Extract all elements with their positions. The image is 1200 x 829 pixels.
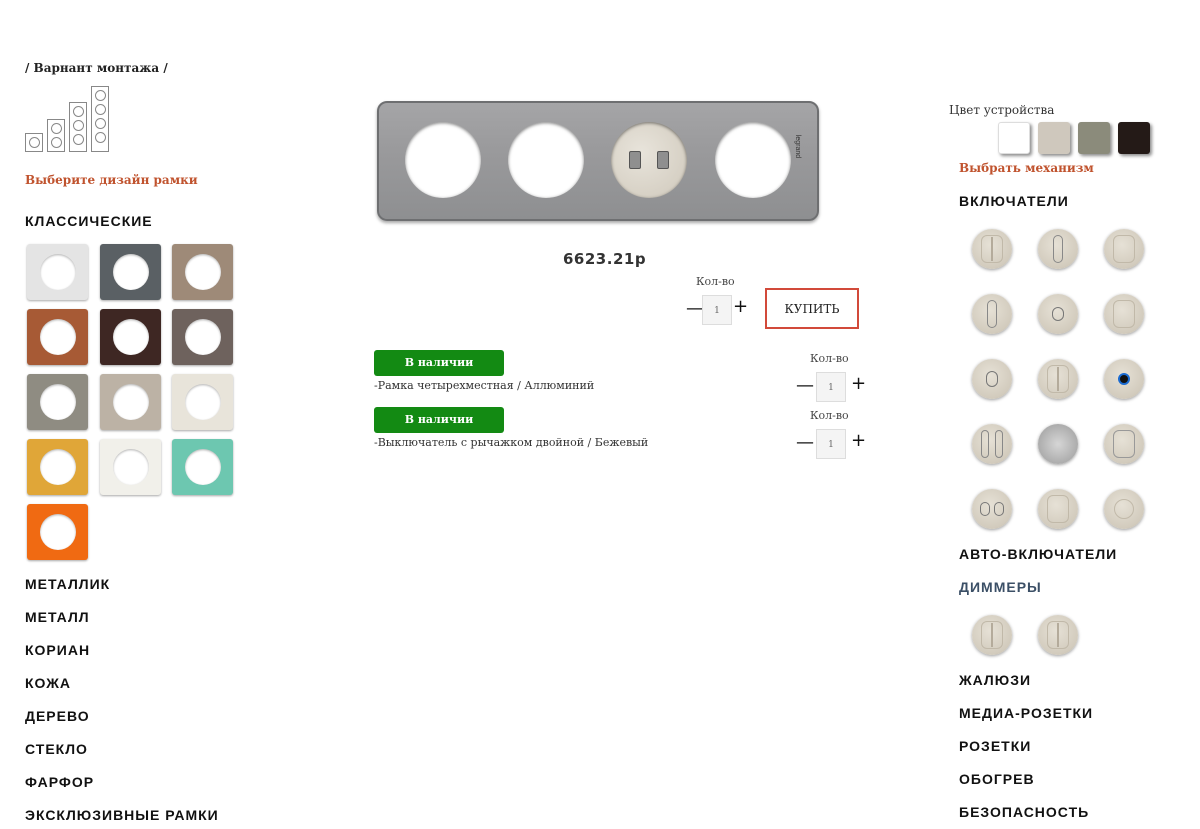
category-glass[interactable]: СТЕКЛО — [25, 741, 88, 757]
frame-swatch[interactable] — [27, 439, 88, 495]
mechanism-thumbnail[interactable] — [972, 424, 1012, 464]
frame-slot — [405, 122, 481, 198]
item-2-qty-decrease-button[interactable]: — — [796, 434, 814, 452]
device-color-white[interactable] — [998, 122, 1030, 154]
mechanism-thumbnail[interactable] — [1038, 229, 1078, 269]
device-color-black[interactable] — [1118, 122, 1150, 154]
item-1-stock-badge: В наличии — [374, 350, 504, 376]
device-color-beige[interactable] — [1038, 122, 1070, 154]
mechanism-thumbnail[interactable] — [972, 489, 1012, 529]
item-2-qty-input[interactable]: 1 — [816, 429, 846, 459]
mount-4-place-icon[interactable] — [91, 86, 109, 152]
frame-slot — [715, 122, 791, 198]
frame-swatch[interactable] — [172, 374, 233, 430]
mechanism-thumbnail[interactable] — [1104, 359, 1144, 399]
total-price: 6623.21р — [563, 250, 647, 268]
item-1-qty-increase-button[interactable]: + — [851, 375, 866, 393]
frame-swatch[interactable] — [172, 244, 233, 300]
category-dimmers[interactable]: ДИММЕРЫ — [959, 579, 1042, 595]
product-preview-frame: legrand — [377, 101, 819, 221]
mount-3-place-icon[interactable] — [69, 102, 87, 152]
category-metal[interactable]: МЕТАЛЛ — [25, 609, 90, 625]
category-porcelain[interactable]: ФАРФОР — [25, 774, 94, 790]
frame-swatch[interactable] — [27, 504, 88, 560]
mechanism-thumbnail[interactable] — [972, 229, 1012, 269]
category-classic[interactable]: КЛАССИЧЕСКИЕ — [25, 213, 153, 229]
mechanism-thumbnail[interactable] — [1104, 229, 1144, 269]
mount-variant-title: / Варнант монтажа / — [25, 61, 168, 75]
category-leather[interactable]: КОЖА — [25, 675, 71, 691]
buy-button[interactable]: КУПИТЬ — [765, 288, 859, 329]
frame-swatch[interactable] — [27, 244, 88, 300]
mount-variant-icons[interactable] — [25, 86, 115, 152]
mechanism-thumbnail[interactable] — [972, 294, 1012, 334]
mechanism-thumbnail[interactable] — [1104, 424, 1144, 464]
frame-swatch[interactable] — [100, 309, 161, 365]
category-metallic[interactable]: МЕТАЛЛИК — [25, 576, 110, 592]
item-2-qty-label: Кол-во — [810, 409, 849, 422]
mechanism-thumbnail[interactable] — [1038, 359, 1078, 399]
dimmer-thumbnail[interactable] — [972, 615, 1012, 655]
item-1-qty-input[interactable]: 1 — [816, 372, 846, 402]
brand-logo: legrand — [793, 134, 801, 159]
double-toggle-switch-preview — [611, 122, 687, 198]
dimmer-thumbnail[interactable] — [1038, 615, 1078, 655]
frame-swatch[interactable] — [27, 374, 88, 430]
category-auto-switches[interactable]: АВТО-ВКЛЮЧАТЕЛИ — [959, 546, 1117, 562]
item-1-qty-decrease-button[interactable]: — — [796, 377, 814, 395]
frame-swatch[interactable] — [27, 309, 88, 365]
mount-1-place-icon[interactable] — [25, 133, 43, 152]
choose-mechanism-label: Выбрать механизм — [959, 161, 1094, 175]
category-wood[interactable]: ДЕРЕВО — [25, 708, 90, 724]
category-sockets[interactable]: РОЗЕТКИ — [959, 738, 1031, 754]
choose-frame-design-label: Выберите дизайн рамки — [25, 173, 198, 187]
item-1-qty-label: Кол-во — [810, 352, 849, 365]
mount-2-place-icon[interactable] — [47, 119, 65, 152]
mechanism-thumbnail[interactable] — [972, 359, 1012, 399]
main-qty-label: Кол-во — [696, 275, 735, 288]
item-2-qty-increase-button[interactable]: + — [851, 432, 866, 450]
frame-swatch[interactable] — [100, 439, 161, 495]
item-2-description: -Выключатель с рычажком двойной / Бежевы… — [374, 436, 649, 449]
category-blinds[interactable]: ЖАЛЮЗИ — [959, 672, 1031, 688]
mechanism-thumbnail[interactable] — [1038, 424, 1078, 464]
category-security[interactable]: БЕЗОПАСНОСТЬ — [959, 804, 1089, 820]
frame-slot — [508, 122, 584, 198]
category-exclusive[interactable]: ЭКСКЛЮЗИВНЫЕ РАМКИ — [25, 807, 219, 823]
main-qty-input[interactable]: 1 — [702, 295, 732, 325]
category-media-sockets[interactable]: МЕДИА-РОЗЕТКИ — [959, 705, 1093, 721]
category-switches[interactable]: ВКЛЮЧАТЕЛИ — [959, 193, 1069, 209]
device-color-graphite[interactable] — [1078, 122, 1110, 154]
device-color-label: Цвет устройства — [949, 103, 1055, 117]
frame-swatch[interactable] — [172, 309, 233, 365]
mechanism-thumbnail[interactable] — [1104, 489, 1144, 529]
category-heating[interactable]: ОБОГРЕВ — [959, 771, 1035, 787]
item-2-stock-badge: В наличии — [374, 407, 504, 433]
category-corian[interactable]: КОРИАН — [25, 642, 90, 658]
mechanism-thumbnail[interactable] — [1038, 294, 1078, 334]
frame-swatch[interactable] — [100, 374, 161, 430]
frame-swatch[interactable] — [100, 244, 161, 300]
item-1-description: -Рамка четырехместная / Аллюминий — [374, 379, 595, 392]
mechanism-thumbnail[interactable] — [1038, 489, 1078, 529]
main-qty-increase-button[interactable]: + — [733, 298, 748, 316]
frame-swatch[interactable] — [172, 439, 233, 495]
mechanism-thumbnail[interactable] — [1104, 294, 1144, 334]
